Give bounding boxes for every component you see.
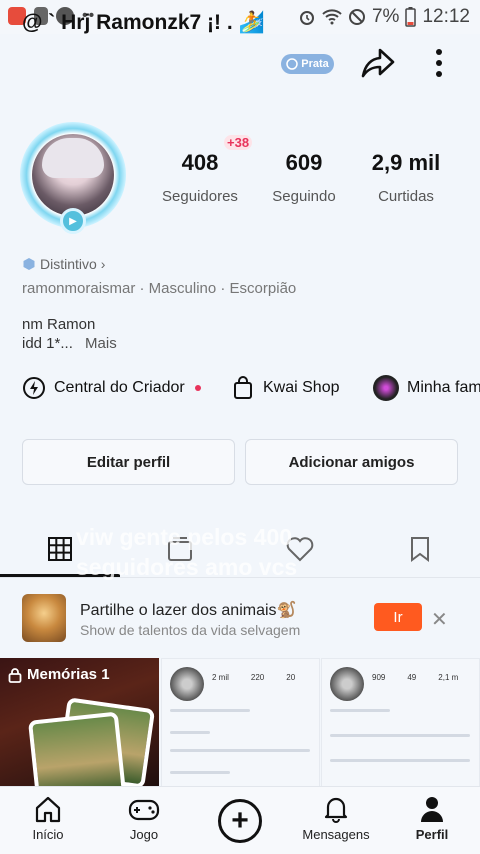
video-caption-overlay: viw gente pelos 400 seguidores amo vcs (76, 524, 298, 580)
kwai-shop-label: Kwai Shop (263, 379, 340, 396)
promo-banner[interactable]: Partilhe o lazer dos animais🐒 Show de ta… (0, 588, 480, 650)
profile-icon (421, 797, 443, 822)
bio-text: idd 1*... (22, 335, 73, 352)
lightning-icon (23, 377, 45, 399)
bell-icon (324, 797, 348, 823)
following-stat[interactable]: 609 Seguindo (264, 150, 344, 205)
creator-center-link[interactable]: Central do Criador (22, 374, 201, 402)
following-count: 609 (285, 150, 323, 175)
memories-text: Memórias 1 (27, 666, 110, 683)
memory-photo-front (27, 711, 127, 788)
creator-center-label: Central do Criador (54, 379, 185, 396)
create-post-button[interactable]: + (218, 799, 262, 843)
battery-icon (405, 7, 417, 27)
bio-line-2: idd 1*... Mais (22, 335, 117, 352)
likes-count: 2,9 mil (371, 150, 441, 175)
nav-game[interactable]: Jogo (104, 795, 184, 842)
monkey-thumbnail (22, 594, 66, 642)
do-not-disturb-icon (348, 9, 365, 25)
clock: 12:12 (422, 6, 470, 27)
followers-count: 408 (181, 150, 219, 175)
thumbnail-stats: 909 49 2,1 m (372, 673, 458, 682)
profile-avatar[interactable]: ▶ (18, 120, 128, 235)
thumbnail-stat: 20 (286, 673, 296, 682)
level-badge[interactable]: Prata (281, 54, 334, 74)
thumbnail-line (170, 771, 230, 774)
kwai-shop-link[interactable]: Kwai Shop (231, 374, 340, 402)
nav-profile-label: Perfil (415, 827, 449, 842)
status-system: 7% 12:12 (298, 6, 470, 28)
likes-label: Curtidas (378, 188, 434, 205)
notification-dot (194, 385, 201, 391)
more-options-icon[interactable] (426, 46, 452, 80)
tab-bookmark-icon[interactable] (405, 534, 435, 564)
thumbnail-line (170, 709, 250, 712)
thumbnail-stat: 220 (250, 673, 265, 682)
minha-fam-link[interactable]: Minha fam (373, 374, 480, 402)
battery-percent: 7% (371, 6, 400, 27)
memories-label: Memórias 1 (8, 666, 110, 683)
badge-icon (286, 58, 298, 70)
nav-home[interactable]: Início (8, 795, 88, 842)
thumbnail-stat: 49 (407, 673, 417, 682)
promo-go-button[interactable]: Ir (374, 603, 422, 631)
nav-messages[interactable]: Mensagens (296, 795, 376, 842)
alarm-icon (299, 11, 314, 25)
thumbnail-line (330, 734, 470, 737)
nav-home-label: Início (32, 827, 64, 842)
thumbnail-line (170, 731, 210, 734)
following-label: Seguindo (272, 188, 336, 205)
thumbnail-avatar (330, 667, 364, 701)
add-friends-button[interactable]: Adicionar amigos (245, 439, 458, 485)
memories-video[interactable]: Memórias 1 (0, 658, 159, 788)
distinctive-icon (23, 258, 35, 270)
close-icon[interactable]: ✕ (431, 607, 448, 632)
avatar-hair (42, 138, 104, 178)
promo-subtitle: Show de talentos da vida selvagem (80, 622, 301, 638)
distinctive-label: Distintivo (40, 256, 97, 272)
new-followers-badge: +38 (224, 135, 253, 150)
video-thumbnail-2[interactable]: 2 mil 220 20 (161, 658, 320, 788)
thumbnail-line (170, 749, 310, 752)
nav-profile[interactable]: Perfil (392, 795, 472, 842)
followers-stat[interactable]: 408 Seguidores (158, 150, 242, 205)
minha-fam-label: Minha fam (407, 379, 480, 396)
tab-grid-icon[interactable] (45, 534, 75, 564)
thumbnail-stat: 2 mil (212, 673, 229, 682)
promo-title: Partilhe o lazer dos animais🐒 (80, 602, 297, 619)
level-badge-label: Prata (301, 58, 329, 70)
wifi-icon (322, 9, 342, 25)
edit-profile-button[interactable]: Editar perfil (22, 439, 235, 485)
avatar-image (32, 134, 114, 216)
shopping-bag-icon (234, 376, 252, 399)
fam-avatar-icon (373, 375, 399, 401)
profile-username: @ ` Hrj Ramonzk7 ¡! . 🏄 (22, 11, 265, 34)
profile-info: ramonmoraismar · Masculino · Escorpião (22, 280, 297, 297)
home-icon (35, 796, 61, 823)
distinctive-link[interactable]: Distintivo › (22, 256, 105, 272)
gamepad-icon (128, 799, 160, 821)
bio-more-link[interactable]: Mais (85, 335, 117, 352)
chevron-right-icon: › (100, 256, 106, 272)
lock-icon (8, 667, 22, 683)
nav-game-label: Jogo (129, 827, 159, 842)
thumbnail-stats: 2 mil 220 20 (212, 673, 295, 682)
nav-messages-label: Mensagens (302, 827, 370, 842)
share-icon[interactable] (360, 46, 396, 80)
bottom-navigation: Início Jogo + Mensagens Perfil (0, 786, 480, 854)
avatar-play-icon: ▶ (60, 208, 86, 234)
likes-stat[interactable]: 2,9 mil Curtidas (366, 150, 446, 205)
thumbnail-line (330, 759, 470, 762)
bio-line-1: nm Ramon (22, 316, 96, 333)
followers-label: Seguidores (162, 188, 238, 205)
thumbnail-stat: 2,1 m (438, 673, 459, 682)
thumbnail-avatar (170, 667, 204, 701)
video-thumbnail-3[interactable]: 909 49 2,1 m (321, 658, 480, 788)
thumbnail-stat: 909 (372, 673, 386, 682)
thumbnail-line (330, 709, 390, 712)
